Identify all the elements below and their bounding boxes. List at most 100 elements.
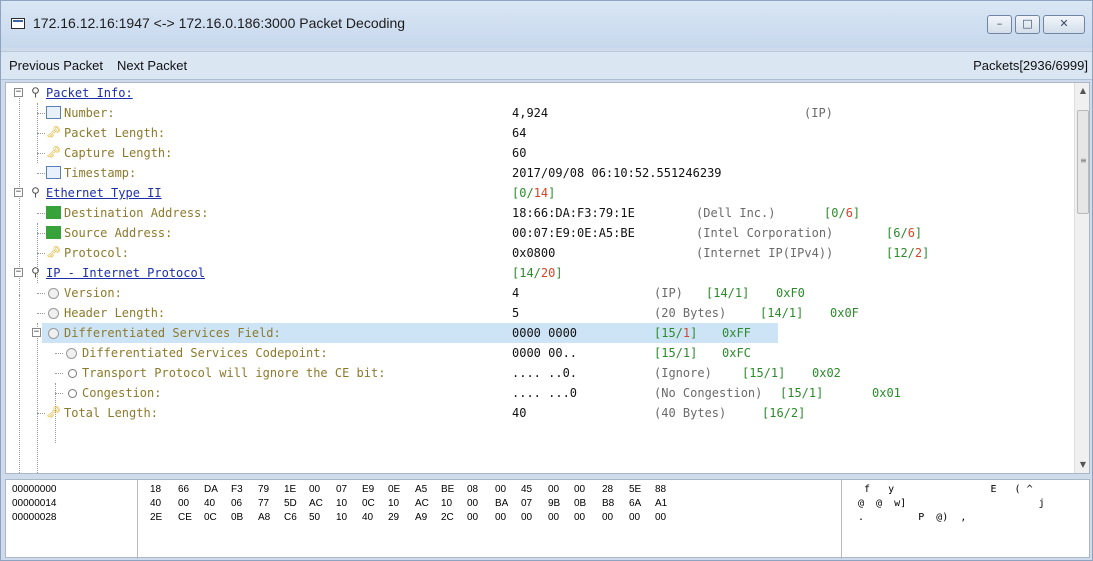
hex-byte[interactable]: A8 <box>258 512 270 523</box>
hex-byte[interactable]: 29 <box>388 512 399 523</box>
hex-byte[interactable]: F3 <box>231 484 243 495</box>
hex-byte[interactable]: 5D <box>284 498 297 509</box>
tree-row-dsf[interactable]: − Differentiated Services Field: 0000 00… <box>6 323 1073 343</box>
hex-byte[interactable]: 40 <box>150 498 161 509</box>
hex-byte[interactable]: 00 <box>548 484 559 495</box>
tree-row-number[interactable]: Number: 4,924 (IP) <box>6 103 1073 123</box>
hex-row[interactable]: 00000028 2E CE 0C 0B A8 C6 50 10 40 29 A9 2C 00 00 00 00… <box>6 512 1091 526</box>
hex-byte[interactable]: BE <box>441 484 454 495</box>
hex-byte[interactable]: 9B <box>548 498 560 509</box>
hex-byte[interactable]: 2C <box>441 512 454 523</box>
tree-row-congestion[interactable]: Congestion: .... ...0 (No Congestion) [1… <box>6 383 1073 403</box>
hex-byte[interactable]: 0C <box>362 498 375 509</box>
hex-byte[interactable]: 6A <box>629 498 641 509</box>
next-packet-button[interactable]: Next Packet <box>117 58 187 73</box>
bit-mask: 0x0F <box>830 306 859 320</box>
hex-byte[interactable]: 1E <box>284 484 296 495</box>
hex-byte[interactable]: A5 <box>415 484 427 495</box>
hex-byte[interactable]: AC <box>309 498 323 509</box>
hex-byte[interactable]: 10 <box>388 498 399 509</box>
hex-byte[interactable]: 00 <box>574 512 585 523</box>
tree-row-ip[interactable]: − ⚲ IP - Internet Protocol [14/20] <box>6 263 1073 283</box>
hex-offset: 00000000 <box>12 484 57 495</box>
hex-byte[interactable]: 0B <box>574 498 586 509</box>
hex-byte[interactable]: 0E <box>388 484 400 495</box>
scrollbar-thumb[interactable]: ≡ <box>1077 110 1089 214</box>
hex-byte[interactable]: 00 <box>178 498 189 509</box>
hex-byte[interactable]: 45 <box>521 484 532 495</box>
hex-byte[interactable]: 79 <box>258 484 269 495</box>
hex-byte[interactable]: 28 <box>602 484 613 495</box>
hex-byte[interactable]: 18 <box>150 484 161 495</box>
hex-byte[interactable]: 00 <box>574 484 585 495</box>
tree-row-source-address[interactable]: Source Address: 00:07:E9:0E:A5:BE (Intel… <box>6 223 1073 243</box>
key-icon: 🗝 <box>46 405 62 419</box>
hex-byte[interactable]: 77 <box>258 498 269 509</box>
previous-packet-button[interactable]: Previous Packet <box>9 58 103 73</box>
title-bar[interactable]: 172.16.12.16:1947 <-> 172.16.0.186:3000 … <box>1 1 1092 48</box>
hex-byte[interactable]: B8 <box>602 498 614 509</box>
close-button[interactable]: ✕ <box>1043 15 1085 34</box>
hex-byte[interactable]: 00 <box>521 512 532 523</box>
hex-byte[interactable]: AC <box>415 498 429 509</box>
hex-byte[interactable]: 00 <box>629 512 640 523</box>
scroll-up-arrow-icon[interactable]: ▲ <box>1075 83 1089 99</box>
hex-byte[interactable]: 00 <box>655 512 666 523</box>
hex-byte[interactable]: 66 <box>178 484 189 495</box>
hex-byte[interactable]: 10 <box>441 498 452 509</box>
hex-byte[interactable]: 07 <box>336 484 347 495</box>
hex-byte[interactable]: 5E <box>629 484 641 495</box>
tree-row-packet-length[interactable]: 🗝 Packet Length: 64 <box>6 123 1073 143</box>
tree-row-destination-address[interactable]: Destination Address: 18:66:DA:F3:79:1E (… <box>6 203 1073 223</box>
decode-tree-pane[interactable]: − ⚲ Packet Info: Number: 4,924 (IP) 🗝 Pa… <box>5 82 1090 474</box>
close-icon: ✕ <box>1059 17 1069 30</box>
collapse-toggle-icon[interactable]: − <box>32 328 41 337</box>
tree-row-timestamp[interactable]: Timestamp: 2017/09/08 06:10:52.551246239 <box>6 163 1073 183</box>
hex-byte[interactable]: 10 <box>336 498 347 509</box>
collapse-toggle-icon[interactable]: − <box>14 268 23 277</box>
hex-byte[interactable]: 06 <box>231 498 242 509</box>
minimize-button[interactable]: – <box>987 15 1012 34</box>
tree-row-capture-length[interactable]: 🗝 Capture Length: 60 <box>6 143 1073 163</box>
hex-row[interactable]: 00000000 18 66 DA F3 79 1E 00 07 E9 0E A5 BE 08 00 45 00… <box>6 484 1091 498</box>
hex-byte[interactable]: BA <box>495 498 508 509</box>
hex-byte[interactable]: 2E <box>150 512 162 523</box>
hex-byte[interactable]: 07 <box>521 498 532 509</box>
hex-byte[interactable]: 00 <box>602 512 613 523</box>
hex-byte[interactable]: 00 <box>467 512 478 523</box>
collapse-toggle-icon[interactable]: − <box>14 88 23 97</box>
hex-byte[interactable]: 0C <box>204 512 217 523</box>
hex-byte[interactable]: CE <box>178 512 192 523</box>
hex-byte[interactable]: E9 <box>362 484 374 495</box>
hex-byte[interactable]: C6 <box>284 512 297 523</box>
tree-row-ethernet[interactable]: − ⚲ Ethernet Type II [0/14] <box>6 183 1073 203</box>
tree-row-dscp[interactable]: Differentiated Services Codepoint: 0000 … <box>6 343 1073 363</box>
hex-byte[interactable]: 00 <box>495 484 506 495</box>
hex-byte[interactable]: 88 <box>655 484 666 495</box>
tree-row-ce-bit[interactable]: Transport Protocol will ignore the CE bi… <box>6 363 1073 383</box>
tree-row-protocol[interactable]: 🗝 Protocol: 0x0800 (Internet IP(IPv4)) [… <box>6 243 1073 263</box>
hex-byte[interactable]: A1 <box>655 498 667 509</box>
hex-byte[interactable]: 40 <box>204 498 215 509</box>
tree-row-header-length[interactable]: Header Length: 5 (20 Bytes) [14/1] 0x0F <box>6 303 1073 323</box>
hex-byte[interactable]: 08 <box>467 484 478 495</box>
hex-byte[interactable]: 00 <box>467 498 478 509</box>
tree-vertical-scrollbar[interactable]: ▲ ≡ ▼ <box>1074 83 1089 473</box>
hex-byte[interactable]: 10 <box>336 512 347 523</box>
tree-row-packet-info[interactable]: − ⚲ Packet Info: <box>6 83 1073 103</box>
hex-byte[interactable]: 0B <box>231 512 243 523</box>
hex-byte[interactable]: A9 <box>415 512 427 523</box>
hex-row[interactable]: 00000014 40 00 40 06 77 5D AC 10 0C 10 AC 10 00 BA 07 9B… <box>6 498 1091 512</box>
hex-byte[interactable]: 00 <box>309 484 320 495</box>
scroll-down-arrow-icon[interactable]: ▼ <box>1075 457 1089 473</box>
maximize-button[interactable]: □ <box>1015 15 1040 34</box>
hex-byte[interactable]: DA <box>204 484 218 495</box>
tree-row-version[interactable]: Version: 4 (IP) [14/1] 0xF0 <box>6 283 1073 303</box>
hex-byte[interactable]: 00 <box>548 512 559 523</box>
collapse-toggle-icon[interactable]: − <box>14 188 23 197</box>
hex-byte[interactable]: 50 <box>309 512 320 523</box>
hex-byte[interactable]: 40 <box>362 512 373 523</box>
tree-row-total-length[interactable]: 🗝 Total Length: 40 (40 Bytes) [16/2] <box>6 403 1073 423</box>
hex-byte[interactable]: 00 <box>495 512 506 523</box>
hex-dump-pane[interactable]: 00000000 18 66 DA F3 79 1E 00 07 E9 0E A5 BE 08 00 45 00… <box>5 479 1091 559</box>
